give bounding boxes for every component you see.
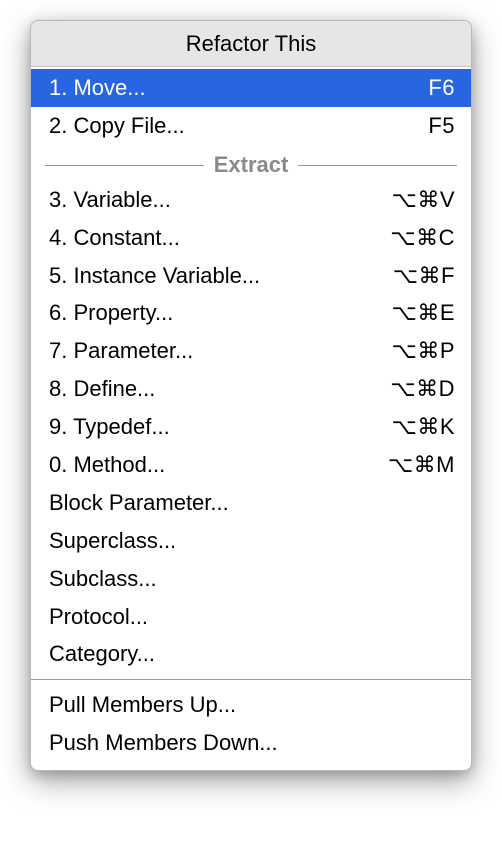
menu-item-label: 4. Constant... [49,222,180,254]
menu-item-protocol[interactable]: Protocol... [31,598,471,636]
menu-item-typedef[interactable]: 9. Typedef... ⌥⌘K [31,408,471,446]
menu-item-property[interactable]: 6. Property... ⌥⌘E [31,294,471,332]
menu-item-define[interactable]: 8. Define... ⌥⌘D [31,370,471,408]
menu-item-label: 7. Parameter... [49,335,193,367]
menu-item-shortcut: ⌥⌘C [390,222,455,254]
section-header-label: Extract [204,152,299,178]
popup-title: Refactor This [31,21,471,67]
menu-item-shortcut: ⌥⌘F [393,260,455,292]
menu-item-subclass[interactable]: Subclass... [31,560,471,598]
menu-item-shortcut: ⌥⌘P [391,335,455,367]
menu-item-constant[interactable]: 4. Constant... ⌥⌘C [31,219,471,257]
extract-section: 3. Variable... ⌥⌘V 4. Constant... ⌥⌘C 5.… [31,181,471,674]
menu-item-block-parameter[interactable]: Block Parameter... [31,484,471,522]
menu-item-pull-members-up[interactable]: Pull Members Up... [31,686,471,724]
menu-item-shortcut: ⌥⌘D [390,373,455,405]
menu-item-label: 0. Method... [49,449,165,481]
menu-item-shortcut: ⌥⌘M [388,449,455,481]
extract-section-header: Extract [31,151,471,179]
menu-item-shortcut: F6 [428,72,455,104]
menu-item-label: Pull Members Up... [49,689,236,721]
menu-item-method[interactable]: 0. Method... ⌥⌘M [31,446,471,484]
top-section: 1. Move... F6 2. Copy File... F5 [31,67,471,145]
menu-item-shortcut: ⌥⌘E [391,297,455,329]
menu-item-label: Protocol... [49,601,148,633]
menu-item-shortcut: ⌥⌘V [391,184,455,216]
menu-item-label: 2. Copy File... [49,110,185,142]
menu-item-superclass[interactable]: Superclass... [31,522,471,560]
menu-item-category[interactable]: Category... [31,635,471,673]
menu-item-parameter[interactable]: 7. Parameter... ⌥⌘P [31,332,471,370]
menu-item-label: Subclass... [49,563,157,595]
menu-item-label: Block Parameter... [49,487,229,519]
menu-item-label: 6. Property... [49,297,173,329]
menu-item-label: 9. Typedef... [49,411,170,443]
menu-item-label: 8. Define... [49,373,155,405]
divider [31,679,471,680]
menu-item-shortcut: ⌥⌘K [391,411,455,443]
menu-item-label: 5. Instance Variable... [49,260,260,292]
menu-item-instance-variable[interactable]: 5. Instance Variable... ⌥⌘F [31,257,471,295]
menu-item-label: Push Members Down... [49,727,278,759]
bottom-section: Pull Members Up... Push Members Down... [31,686,471,770]
menu-item-label: Superclass... [49,525,176,557]
menu-item-label: Category... [49,638,155,670]
menu-item-push-members-down[interactable]: Push Members Down... [31,724,471,762]
menu-item-shortcut: F5 [428,110,455,142]
menu-item-move[interactable]: 1. Move... F6 [31,69,471,107]
refactor-popup: Refactor This 1. Move... F6 2. Copy File… [30,20,472,771]
menu-item-label: 1. Move... [49,72,146,104]
menu-item-label: 3. Variable... [49,184,171,216]
menu-item-variable[interactable]: 3. Variable... ⌥⌘V [31,181,471,219]
menu-item-copy-file[interactable]: 2. Copy File... F5 [31,107,471,145]
